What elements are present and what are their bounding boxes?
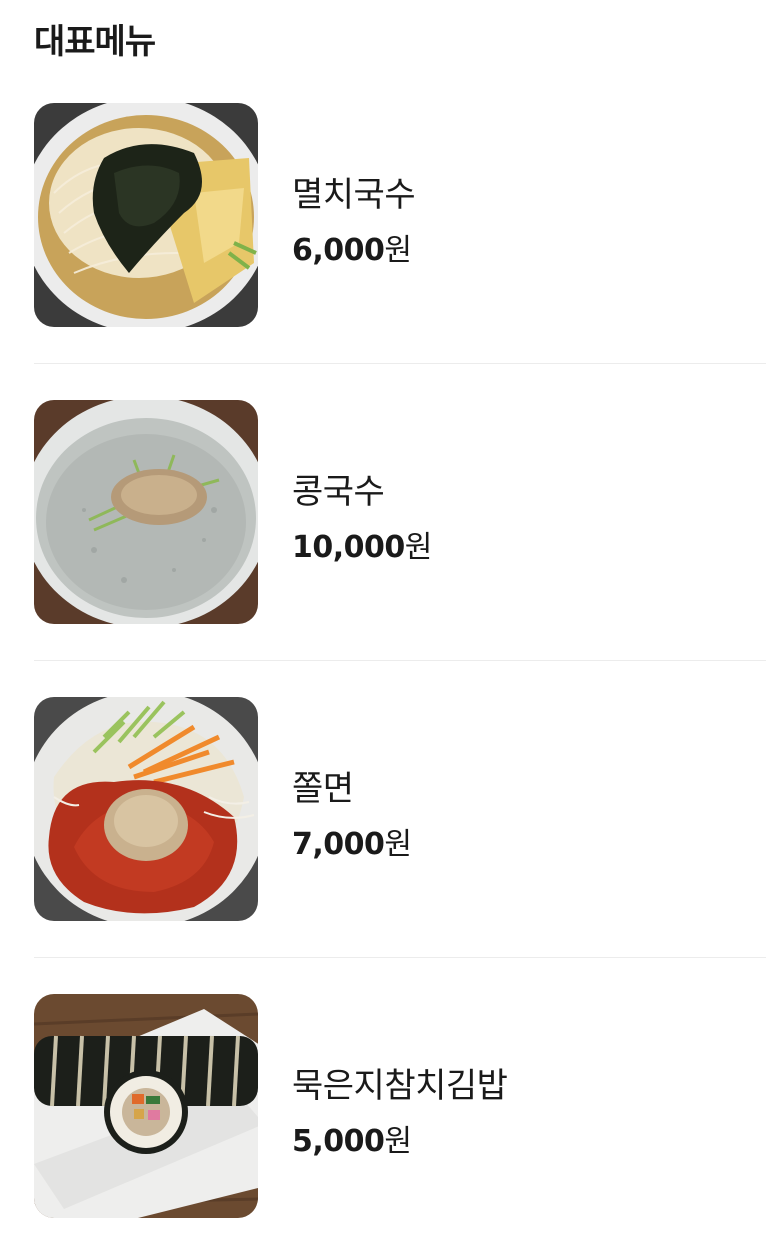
- kimchi-tuna-gimbap-photo: [34, 994, 258, 1218]
- menu-item-anchovy-noodle[interactable]: 멸치국수 6,000원: [34, 103, 766, 327]
- soybean-noodle-photo: [34, 400, 258, 624]
- menu-item-spicy-chewy-noodle[interactable]: 쫄면 7,000원: [34, 697, 766, 921]
- menu-item-price: 5,000원: [292, 1116, 412, 1160]
- menu-item-price: 7,000원: [292, 819, 412, 863]
- menu-item-kimchi-tuna-gimbap[interactable]: 묵은지참치김밥 5,000원: [34, 994, 766, 1218]
- price-unit: 원: [384, 1124, 412, 1159]
- divider: [34, 363, 766, 364]
- section-title: 대표메뉴: [34, 22, 156, 62]
- price-value: 5,000: [292, 1124, 385, 1159]
- menu-item-soybean-noodle[interactable]: 콩국수 10,000원: [34, 400, 766, 624]
- menu-item-name: 쫄면: [292, 769, 354, 809]
- menu-item-name: 묵은지참치김밥: [292, 1066, 508, 1106]
- menu-item-price: 6,000원: [292, 225, 412, 269]
- menu-item-name: 멸치국수: [292, 175, 416, 215]
- price-value: 6,000: [292, 233, 385, 268]
- anchovy-noodle-photo: [34, 103, 258, 327]
- price-unit: 원: [384, 233, 412, 268]
- price-unit: 원: [404, 530, 433, 565]
- price-unit: 원: [384, 827, 412, 862]
- spicy-chewy-noodle-photo: [34, 697, 258, 921]
- menu-item-name: 콩국수: [292, 472, 385, 512]
- price-value: 7,000: [292, 827, 385, 862]
- divider: [34, 957, 766, 958]
- menu-item-price: 10,000원: [292, 522, 432, 566]
- price-value: 10,000: [292, 530, 405, 565]
- divider: [34, 660, 766, 661]
